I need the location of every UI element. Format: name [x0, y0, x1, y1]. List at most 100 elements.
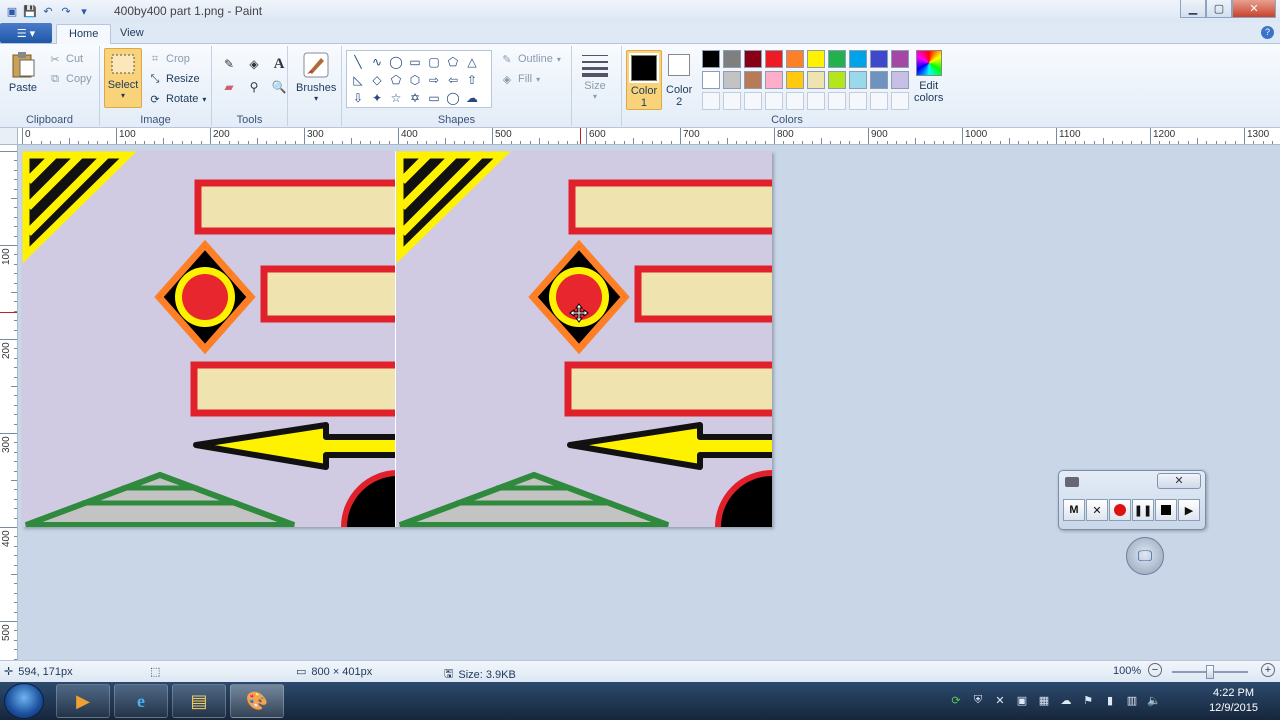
diamond-shape-icon[interactable]: ◇: [368, 71, 386, 88]
empty-color-swatch[interactable]: [702, 92, 720, 110]
hexagon-shape-icon[interactable]: ⬡: [406, 71, 424, 88]
oval-shape-icon[interactable]: ◯: [387, 53, 405, 70]
oval-callout-icon[interactable]: ◯: [444, 89, 462, 106]
edit-colors-button[interactable]: Edit colors: [914, 50, 943, 104]
color-swatch[interactable]: [786, 71, 804, 89]
tray-window-icon[interactable]: ▣: [1014, 692, 1030, 708]
color-swatch[interactable]: [702, 71, 720, 89]
recorder-cancel-button[interactable]: ✕: [1086, 499, 1108, 521]
color-swatch[interactable]: [828, 71, 846, 89]
network-icon[interactable]: ▥: [1124, 692, 1140, 708]
rectangle-shape-icon[interactable]: ▭: [406, 53, 424, 70]
eraser-icon[interactable]: ▰: [218, 77, 240, 97]
tray-cloud-icon[interactable]: ☁: [1058, 692, 1074, 708]
stop-button[interactable]: [1155, 499, 1177, 521]
down-arrow-shape-icon[interactable]: ⇩: [349, 89, 367, 106]
color-swatch[interactable]: [870, 50, 888, 68]
right-arrow-shape-icon[interactable]: ⇨: [425, 71, 443, 88]
help-icon[interactable]: ?: [1261, 26, 1274, 39]
tab-view[interactable]: View: [108, 24, 156, 44]
battery-icon[interactable]: ▮: [1102, 692, 1118, 708]
fill-bucket-icon[interactable]: ◈: [243, 54, 265, 74]
empty-color-swatch[interactable]: [786, 92, 804, 110]
color-swatch[interactable]: [723, 50, 741, 68]
outline-button[interactable]: ✎ Outline ▾: [500, 52, 560, 66]
color-swatch[interactable]: [723, 71, 741, 89]
color-swatch[interactable]: [807, 71, 825, 89]
five-point-star-icon[interactable]: ☆: [387, 89, 405, 106]
color-swatch[interactable]: [765, 71, 783, 89]
six-point-star-icon[interactable]: ✡: [406, 89, 424, 106]
color-swatch[interactable]: [744, 71, 762, 89]
color-swatch[interactable]: [891, 50, 909, 68]
four-point-star-icon[interactable]: ✦: [368, 89, 386, 106]
color-swatch[interactable]: [744, 50, 762, 68]
polygon-shape-icon[interactable]: ⬠: [444, 53, 462, 70]
rotate-button[interactable]: ⟳ Rotate ▾: [148, 92, 206, 106]
size-button[interactable]: Size ▾: [580, 52, 610, 101]
empty-color-swatch[interactable]: [891, 92, 909, 110]
taskbar-paint[interactable]: 🎨: [230, 684, 284, 718]
paste-button[interactable]: Paste: [8, 50, 38, 94]
customize-qat-icon[interactable]: ▾: [76, 3, 92, 19]
taskbar-file-explorer[interactable]: ▤: [172, 684, 226, 718]
rounded-callout-icon[interactable]: ▭: [425, 89, 443, 106]
left-arrow-shape-icon[interactable]: ⇦: [444, 71, 462, 88]
empty-color-swatch[interactable]: [849, 92, 867, 110]
action-center-flag-icon[interactable]: ⚑: [1080, 692, 1096, 708]
empty-color-swatch[interactable]: [828, 92, 846, 110]
color-swatch[interactable]: [891, 71, 909, 89]
play-button[interactable]: ▶: [1178, 499, 1200, 521]
color-swatch[interactable]: [807, 50, 825, 68]
empty-color-swatch[interactable]: [744, 92, 762, 110]
color-swatch[interactable]: [828, 50, 846, 68]
pause-button[interactable]: ❚❚: [1132, 499, 1154, 521]
zoom-slider-thumb[interactable]: [1206, 665, 1214, 679]
tray-x-icon[interactable]: ✕: [992, 692, 1008, 708]
rounded-rectangle-shape-icon[interactable]: ▢: [425, 53, 443, 70]
triangle-shape-icon[interactable]: △: [463, 53, 481, 70]
record-button[interactable]: [1109, 499, 1131, 521]
color-swatch[interactable]: [849, 71, 867, 89]
line-shape-icon[interactable]: ╲: [349, 53, 367, 70]
undo-icon[interactable]: ↶: [40, 3, 56, 19]
color1-button[interactable]: Color 1: [626, 50, 662, 110]
maximize-button[interactable]: ▢: [1206, 0, 1232, 18]
paint-app-icon[interactable]: ▣: [4, 3, 20, 19]
taskbar-media-player[interactable]: ▶: [56, 684, 110, 718]
save-icon[interactable]: 💾: [22, 3, 38, 19]
zoom-in-button[interactable]: +: [1261, 663, 1275, 677]
color2-button[interactable]: Color 2: [666, 54, 692, 108]
right-triangle-shape-icon[interactable]: ◺: [349, 71, 367, 88]
recorder-m-button[interactable]: M: [1063, 499, 1085, 521]
text-tool-icon[interactable]: A: [268, 54, 290, 74]
fill-button[interactable]: ◈ Fill ▾: [500, 72, 540, 86]
color-picker-icon[interactable]: ⚲: [243, 77, 265, 97]
crop-button[interactable]: ⌗ Crop: [148, 52, 190, 66]
color-swatch[interactable]: [765, 50, 783, 68]
magnifier-icon[interactable]: 🔍: [268, 77, 290, 97]
color-swatch[interactable]: [702, 50, 720, 68]
tray-app-icon[interactable]: ▦: [1036, 692, 1052, 708]
empty-color-swatch[interactable]: [807, 92, 825, 110]
zoom-out-button[interactable]: −: [1148, 663, 1162, 677]
start-button[interactable]: [4, 683, 44, 719]
select-button[interactable]: Select ▾: [104, 48, 142, 108]
empty-color-swatch[interactable]: [870, 92, 888, 110]
shield-icon[interactable]: ⛨: [970, 692, 986, 708]
pencil-icon[interactable]: ✎: [218, 54, 240, 74]
resize-button[interactable]: ⤡ Resize: [148, 72, 200, 86]
volume-icon[interactable]: 🔈: [1146, 692, 1162, 708]
copy-button[interactable]: ⧉ Copy: [48, 72, 92, 86]
recorder-float-button[interactable]: 🖵: [1126, 537, 1164, 575]
pentagon-shape-icon[interactable]: ⬠: [387, 71, 405, 88]
empty-color-swatch[interactable]: [765, 92, 783, 110]
close-button[interactable]: ✕: [1232, 0, 1276, 18]
tab-home[interactable]: Home: [56, 24, 112, 44]
recorder-close-button[interactable]: ✕: [1157, 473, 1201, 489]
taskbar-internet-explorer[interactable]: e: [114, 684, 168, 718]
drawing-canvas[interactable]: [22, 151, 772, 527]
paint-menu-button[interactable]: ☰ ▾: [0, 23, 52, 43]
redo-icon[interactable]: ↷: [58, 3, 74, 19]
empty-color-swatch[interactable]: [723, 92, 741, 110]
